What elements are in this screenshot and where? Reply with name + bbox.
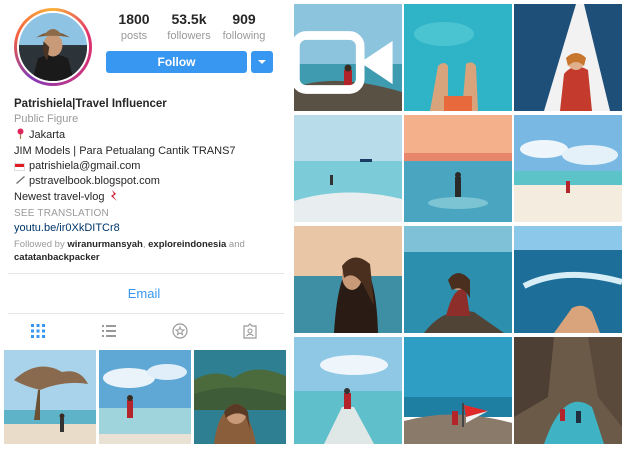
post-thumbnail[interactable] (404, 226, 512, 333)
avatar-image (17, 11, 89, 83)
post-thumbnail[interactable] (294, 4, 402, 111)
followers-label: followers (167, 30, 211, 42)
list-icon (102, 325, 116, 337)
tab-list[interactable] (100, 322, 118, 340)
profile-view-tabs (8, 320, 284, 344)
followed-by-prefix: Followed by (14, 239, 65, 250)
posts-label: posts (120, 30, 148, 42)
youtube-link[interactable]: youtu.be/ir0XkDITCr8 (14, 221, 120, 236)
profile-email-text: patrishiela@gmail.com (29, 160, 141, 173)
post-thumbnail[interactable] (404, 115, 512, 222)
tagged-icon (243, 323, 257, 339)
following-count: 909 (232, 11, 256, 27)
divider (8, 313, 284, 314)
pen-icon (14, 174, 26, 189)
post-thumbnail[interactable] (194, 350, 286, 444)
tab-grid[interactable] (29, 322, 47, 340)
following-label: following (222, 30, 266, 42)
post-thumbnail[interactable] (294, 115, 402, 222)
suggestions-dropdown-button[interactable] (251, 51, 273, 73)
followed-by-user[interactable]: catatanbackpacker (14, 252, 100, 263)
posts-stat[interactable]: 1800 posts (104, 11, 164, 42)
pin-icon (14, 128, 26, 144)
followed-by-text: Followed by wiranurmansyah, exploreindon… (14, 239, 245, 263)
post-thumbnail[interactable] (4, 350, 96, 444)
profile-category: Public Figure (14, 113, 79, 126)
followed-by-user[interactable]: exploreindonesia (148, 239, 226, 250)
email-button[interactable]: Email (0, 286, 288, 301)
see-translation-link[interactable]: SEE TRANSLATION (14, 206, 109, 221)
profile-panel: 1800 posts 53.5k followers 909 following… (0, 0, 288, 449)
profile-vlog-text: Newest travel-vlog (14, 191, 105, 204)
grid-icon (31, 324, 45, 338)
saved-star-icon (172, 323, 188, 339)
divider (8, 273, 284, 274)
chevron-down-icon (258, 60, 266, 64)
posts-grid (294, 4, 627, 445)
post-thumbnail[interactable] (514, 226, 622, 333)
profile-thumbnail-row (4, 350, 286, 444)
post-thumbnail[interactable] (99, 350, 191, 444)
post-thumbnail[interactable] (514, 337, 622, 444)
arrow-down-icon (108, 189, 120, 206)
profile-tagline: JIM Models | Para Petualang Cantik TRANS… (14, 144, 236, 157)
followers-count: 53.5k (171, 11, 207, 27)
post-thumbnail[interactable] (514, 115, 622, 222)
profile-location: Jakarta (29, 129, 66, 142)
followed-by-and: and (228, 239, 245, 250)
tab-tagged[interactable] (241, 322, 259, 340)
followers-stat[interactable]: 53.5k followers (159, 11, 219, 42)
followed-by-user[interactable]: wiranurmansyah (67, 239, 143, 250)
profile-avatar[interactable] (14, 8, 92, 86)
following-stat[interactable]: 909 following (214, 11, 274, 42)
post-thumbnail[interactable] (404, 4, 512, 111)
profile-blog-text: pstravelbook.blogspot.com (29, 175, 160, 188)
post-thumbnail[interactable] (294, 337, 402, 444)
tab-saved[interactable] (171, 322, 189, 340)
post-thumbnail[interactable] (514, 4, 622, 111)
follow-button[interactable]: Follow (106, 51, 247, 73)
post-thumbnail[interactable] (404, 337, 512, 444)
profile-bio: Patrishiela|Travel Influencer Public Fig… (14, 97, 284, 237)
indonesia-flag-icon (14, 162, 25, 171)
posts-count: 1800 (118, 11, 150, 27)
profile-name: Patrishiela|Travel Influencer (14, 98, 167, 110)
post-thumbnail[interactable] (294, 226, 402, 333)
video-camera-icon (294, 31, 393, 94)
